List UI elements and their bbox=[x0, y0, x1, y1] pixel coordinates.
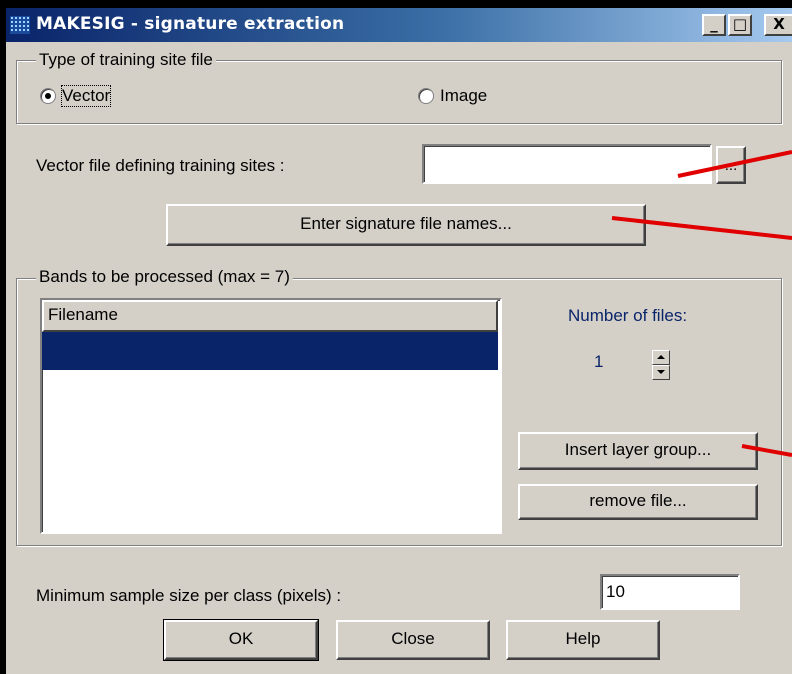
enter-signature-names-button[interactable]: Enter signature file names... bbox=[166, 204, 646, 246]
help-button[interactable]: Help bbox=[506, 620, 660, 660]
spin-up-icon bbox=[657, 355, 665, 359]
vector-file-field[interactable] bbox=[424, 146, 710, 182]
ok-button[interactable]: OK bbox=[163, 619, 319, 661]
close-button[interactable]: Close bbox=[336, 620, 490, 660]
min-sample-label: Minimum sample size per class (pixels) : bbox=[36, 586, 342, 605]
maximize-icon: □ bbox=[732, 15, 748, 33]
filename-list[interactable]: Filename bbox=[40, 298, 502, 534]
close-window-button[interactable]: X bbox=[764, 14, 792, 36]
window-title: MAKESIG - signature extraction bbox=[36, 14, 345, 34]
min-sample-field[interactable] bbox=[602, 576, 738, 608]
radio-vector-label[interactable]: Vector bbox=[60, 85, 112, 107]
spin-up-button[interactable] bbox=[652, 350, 670, 365]
radio-image[interactable] bbox=[418, 88, 434, 104]
vector-file-label: Vector file defining training sites : bbox=[36, 156, 285, 175]
number-of-files-value: 1 bbox=[594, 352, 604, 371]
maximize-button[interactable]: □ bbox=[728, 14, 752, 36]
number-of-files-spinner[interactable] bbox=[652, 350, 670, 380]
app-grid-icon bbox=[10, 16, 30, 34]
number-of-files-label: Number of files: bbox=[568, 306, 688, 325]
browse-button[interactable]: ... bbox=[716, 146, 746, 184]
min-sample-input[interactable] bbox=[600, 574, 740, 610]
list-item[interactable] bbox=[42, 332, 498, 370]
radio-image-label[interactable]: Image bbox=[440, 86, 487, 106]
filename-column-header[interactable]: Filename bbox=[42, 300, 498, 332]
bands-legend: Bands to be processed (max = 7) bbox=[36, 267, 293, 287]
minimize-button[interactable]: _ bbox=[702, 14, 726, 36]
remove-file-button[interactable]: remove file... bbox=[518, 484, 758, 520]
spin-down-icon bbox=[657, 370, 665, 374]
makesig-dialog: MAKESIG - signature extraction _ □ X Typ… bbox=[6, 8, 792, 674]
spin-down-button[interactable] bbox=[652, 365, 670, 380]
training-type-legend: Type of training site file bbox=[36, 50, 216, 70]
vector-file-input[interactable] bbox=[422, 144, 712, 184]
radio-vector[interactable] bbox=[40, 88, 56, 104]
minimize-icon: _ bbox=[710, 15, 718, 33]
title-bar[interactable]: MAKESIG - signature extraction _ □ X bbox=[6, 8, 792, 42]
filename-header-label: Filename bbox=[48, 305, 118, 324]
radio-selected-dot bbox=[45, 93, 51, 99]
close-icon: X bbox=[773, 15, 785, 33]
insert-layer-group-button[interactable]: Insert layer group... bbox=[518, 432, 758, 470]
